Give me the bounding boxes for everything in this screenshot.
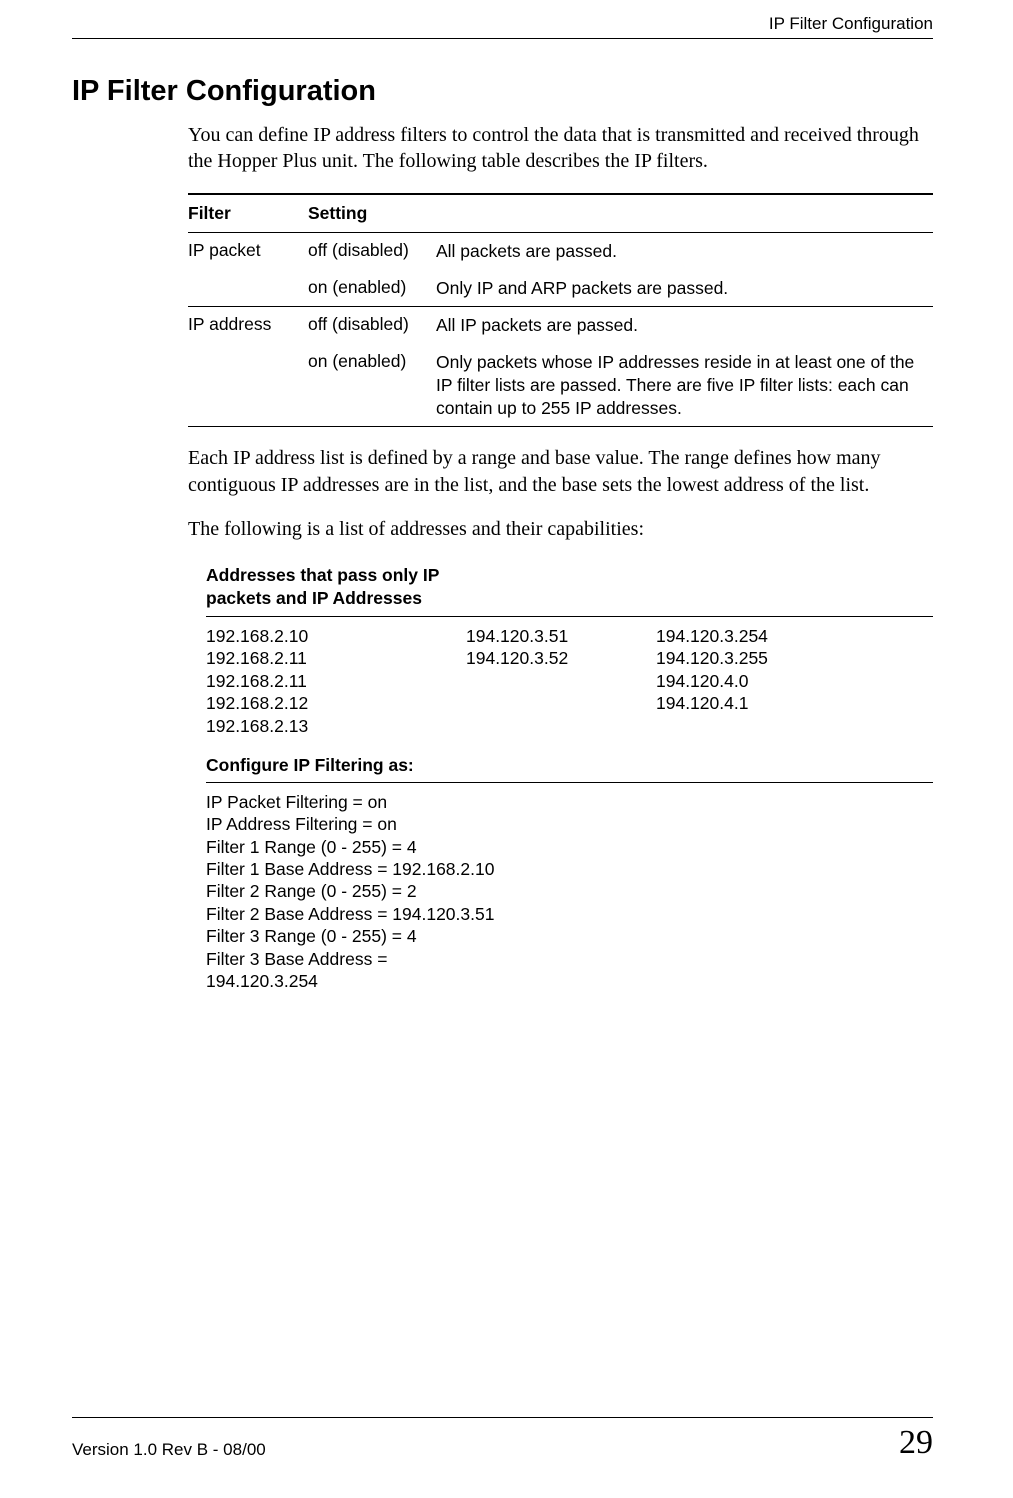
td-setting: on (enabled) xyxy=(308,277,436,300)
page-title: IP Filter Configuration xyxy=(72,75,933,108)
ip-address: 194.120.3.254 xyxy=(656,625,933,647)
ip-address: 194.120.3.51 xyxy=(466,625,656,647)
ip-address: 194.120.3.255 xyxy=(656,647,933,669)
td-setting: on (enabled) xyxy=(308,351,436,419)
td-setting: off (disabled) xyxy=(308,240,436,263)
filter-table: Filter Setting IP packet off (disabled) … xyxy=(188,193,933,428)
intro-paragraph: You can define IP address filters to con… xyxy=(188,122,933,175)
page-footer: Version 1.0 Rev B - 08/00 29 xyxy=(72,1417,933,1460)
ip-address: 194.120.4.1 xyxy=(656,692,933,714)
th-filter: Filter xyxy=(188,203,308,224)
configure-line: 194.120.3.254 xyxy=(206,970,933,992)
ip-address: 192.168.2.11 xyxy=(206,670,466,692)
heading-line: Addresses that pass only IP xyxy=(206,564,933,587)
configure-line: Filter 3 Base Address = xyxy=(206,948,933,970)
td-filter: IP address xyxy=(188,314,308,337)
configure-line: Filter 3 Range (0 - 255) = 4 xyxy=(206,925,933,947)
td-desc: All IP packets are passed. xyxy=(436,314,933,337)
configure-line: Filter 1 Range (0 - 255) = 4 xyxy=(206,836,933,858)
ip-address: 192.168.2.12 xyxy=(206,692,466,714)
td-setting: off (disabled) xyxy=(308,314,436,337)
table-row: IP address off (disabled) All IP packets… xyxy=(188,307,933,344)
configure-heading: Configure IP Filtering as: xyxy=(206,755,933,783)
th-setting: Setting xyxy=(308,203,436,224)
ip-address: 192.168.2.10 xyxy=(206,625,466,647)
page-number: 29 xyxy=(899,1426,933,1460)
paragraph: The following is a list of addresses and… xyxy=(188,516,933,542)
configure-line: IP Packet Filtering = on xyxy=(206,791,933,813)
td-desc: All packets are passed. xyxy=(436,240,933,263)
configure-line: Filter 2 Range (0 - 255) = 2 xyxy=(206,880,933,902)
address-column: 194.120.3.51 194.120.3.52 xyxy=(466,625,656,737)
running-head: IP Filter Configuration xyxy=(72,0,933,39)
ip-address: 192.168.2.11 xyxy=(206,647,466,669)
table-row: on (enabled) Only IP and ARP packets are… xyxy=(188,270,933,308)
td-filter: IP packet xyxy=(188,240,308,263)
addresses-block: Addresses that pass only IP packets and … xyxy=(206,564,933,992)
ip-address: 192.168.2.13 xyxy=(206,715,466,737)
heading-line: packets and IP Addresses xyxy=(206,587,933,610)
address-column: 192.168.2.10 192.168.2.11 192.168.2.11 1… xyxy=(206,625,466,737)
table-row: on (enabled) Only packets whose IP addre… xyxy=(188,344,933,427)
td-filter xyxy=(188,277,308,300)
addresses-heading: Addresses that pass only IP packets and … xyxy=(206,564,933,617)
paragraph: Each IP address list is defined by a ran… xyxy=(188,445,933,498)
ip-address: 194.120.4.0 xyxy=(656,670,933,692)
configure-line: Filter 1 Base Address = 192.168.2.10 xyxy=(206,858,933,880)
address-column: 194.120.3.254 194.120.3.255 194.120.4.0 … xyxy=(656,625,933,737)
td-desc: Only packets whose IP addresses reside i… xyxy=(436,351,933,419)
td-desc: Only IP and ARP packets are passed. xyxy=(436,277,933,300)
configure-lines: IP Packet Filtering = on IP Address Filt… xyxy=(206,791,933,993)
configure-line: Filter 2 Base Address = 194.120.3.51 xyxy=(206,903,933,925)
footer-version: Version 1.0 Rev B - 08/00 xyxy=(72,1440,266,1460)
configure-line: IP Address Filtering = on xyxy=(206,813,933,835)
td-filter xyxy=(188,351,308,419)
table-row: IP packet off (disabled) All packets are… xyxy=(188,233,933,270)
ip-address: 194.120.3.52 xyxy=(466,647,656,669)
